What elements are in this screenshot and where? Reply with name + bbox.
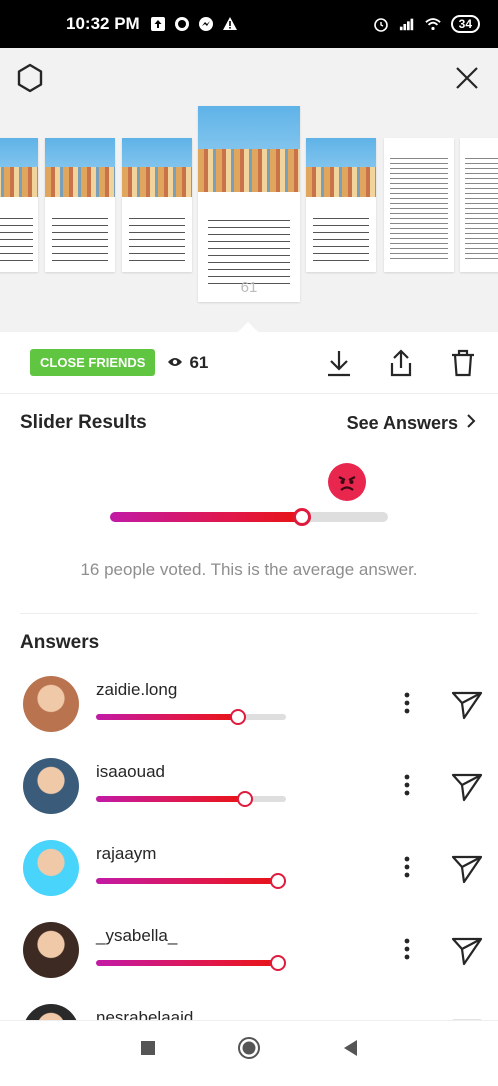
answer-row[interactable]: rajaaym [0, 840, 498, 922]
back-triangle-icon[interactable] [342, 1039, 358, 1062]
send-direct-icon[interactable] [450, 688, 484, 722]
story-thumbnail[interactable] [122, 138, 192, 272]
average-slider [110, 508, 388, 526]
send-direct-icon[interactable] [450, 852, 484, 886]
slider-fill [96, 960, 278, 966]
story-thumbnail[interactable] [384, 138, 454, 272]
settings-gear-icon[interactable] [12, 60, 48, 96]
answers-title: Answers [20, 632, 100, 653]
wifi-icon [424, 16, 441, 32]
story-thumbnail[interactable] [45, 138, 115, 272]
votes-summary: 16 people voted. This is the average ans… [80, 560, 418, 579]
story-thumbnail[interactable] [306, 138, 376, 272]
story-thumbnail[interactable] [0, 138, 38, 272]
status-bar: 10:32 PM 34 [0, 0, 498, 48]
slider-fill [110, 512, 302, 522]
system-nav-bar [0, 1020, 498, 1080]
avatar[interactable] [23, 922, 79, 978]
more-options-icon[interactable] [398, 770, 416, 800]
upload-notification-icon [150, 16, 166, 32]
story-viewer-count: 61 [240, 279, 258, 296]
see-answers-link[interactable]: See Answers [347, 413, 476, 434]
answer-slider [96, 955, 286, 971]
answer-username[interactable]: rajaaym [96, 844, 156, 864]
answer-slider [96, 791, 286, 807]
slider-results-header: Slider Results See Answers [20, 412, 476, 434]
warning-icon [222, 16, 238, 32]
slider-fill [96, 878, 278, 884]
send-direct-icon[interactable] [450, 770, 484, 804]
story-viewer: 61 [0, 48, 498, 332]
views-count[interactable]: 61 [167, 353, 208, 373]
eye-icon [167, 353, 183, 373]
download-icon[interactable] [324, 347, 354, 379]
avatar[interactable] [23, 676, 79, 732]
slider-knob [293, 508, 311, 526]
close-icon[interactable] [449, 60, 485, 96]
slider-knob [270, 873, 286, 889]
signal-icon [399, 16, 415, 32]
views-number: 61 [189, 352, 209, 372]
status-time: 10:32 PM [66, 14, 140, 33]
chevron-right-icon [466, 413, 476, 434]
close-friends-badge[interactable]: CLOSE FRIENDS [30, 349, 156, 376]
share-icon[interactable] [386, 347, 416, 379]
more-options-icon[interactable] [398, 934, 416, 964]
avatar[interactable] [23, 840, 79, 896]
whatsapp-icon [174, 16, 190, 32]
home-circle-icon[interactable] [237, 1036, 261, 1065]
slider-results-title: Slider Results [20, 412, 147, 433]
answer-username[interactable]: zaidie.long [96, 680, 177, 700]
send-direct-icon[interactable] [450, 934, 484, 968]
story-thumbnail-selected[interactable]: 61 [198, 106, 300, 302]
divider [20, 613, 478, 614]
more-options-icon[interactable] [398, 688, 416, 718]
messenger-icon [198, 16, 214, 32]
slider-knob [270, 955, 286, 971]
answer-row[interactable]: isaaouad [0, 758, 498, 840]
answer-row[interactable]: zaidie.long [0, 676, 498, 758]
answer-username[interactable]: _ysabella_ [96, 926, 177, 946]
delete-icon[interactable] [448, 347, 478, 379]
answer-slider [96, 709, 286, 725]
recents-square-icon[interactable] [140, 1040, 156, 1061]
story-thumbnail[interactable] [460, 138, 498, 272]
slider-knob [230, 709, 246, 725]
battery-indicator: 34 [450, 15, 480, 33]
slider-fill [96, 796, 245, 802]
slider-fill [96, 714, 238, 720]
slider-knob [237, 791, 253, 807]
angry-face-emoji-icon [328, 463, 366, 501]
answer-row[interactable]: _ysabella_ [0, 922, 498, 1004]
alarm-icon [373, 16, 389, 32]
avatar[interactable] [23, 758, 79, 814]
story-action-bar: CLOSE FRIENDS 61 [0, 332, 498, 394]
more-options-icon[interactable] [398, 852, 416, 882]
answer-username[interactable]: isaaouad [96, 762, 165, 782]
answer-slider [96, 873, 286, 889]
